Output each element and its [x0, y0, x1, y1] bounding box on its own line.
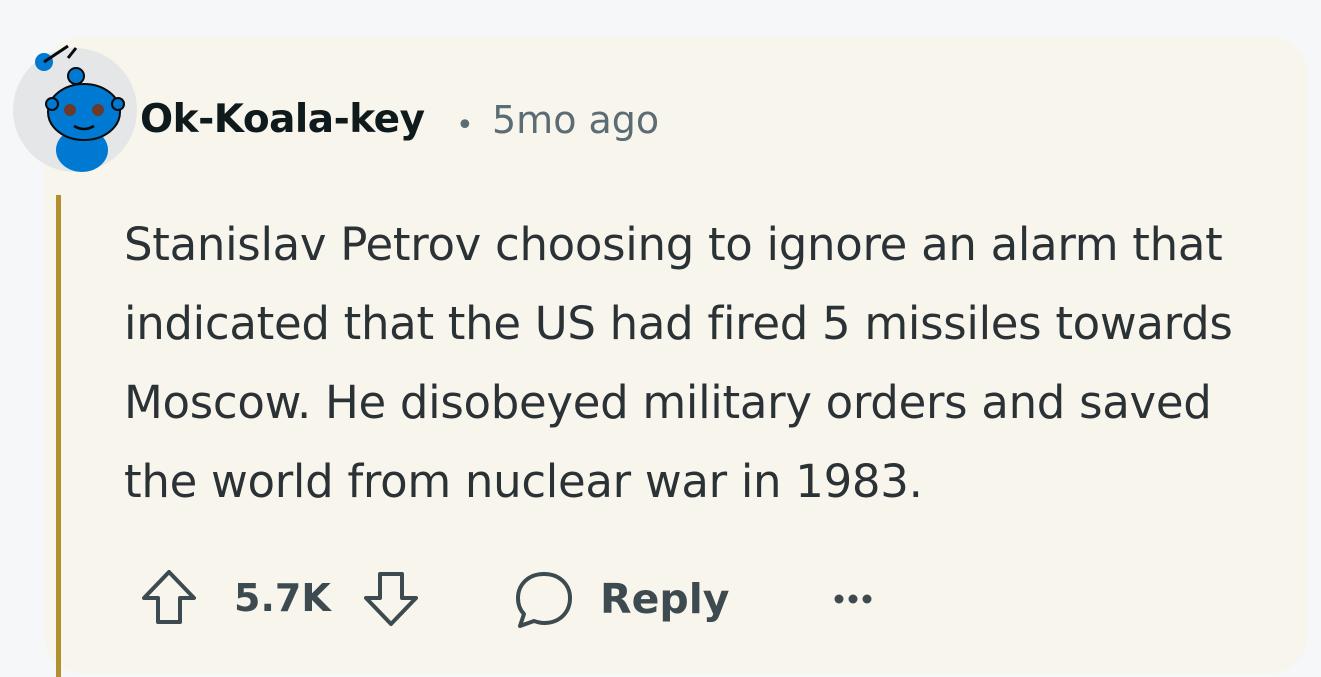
- thread-line[interactable]: [56, 195, 61, 677]
- comment-author[interactable]: Ok-Koala-key: [140, 97, 425, 142]
- reply-label: Reply: [600, 575, 730, 623]
- speech-bubble-icon: [516, 572, 572, 628]
- comment-timestamp[interactable]: 5mo ago: [492, 98, 659, 142]
- snoo-avatar-icon[interactable]: [10, 40, 140, 172]
- upvote-arrow-icon[interactable]: [138, 566, 200, 628]
- comment-body: Stanislav Petrov choosing to ignore an a…: [124, 218, 1233, 508]
- ellipsis-icon[interactable]: [828, 574, 878, 624]
- downvote-arrow-icon[interactable]: [360, 568, 422, 630]
- meta-separator: •: [456, 108, 474, 143]
- reply-button[interactable]: Reply: [512, 560, 732, 640]
- vote-score: 5.7K: [234, 576, 331, 620]
